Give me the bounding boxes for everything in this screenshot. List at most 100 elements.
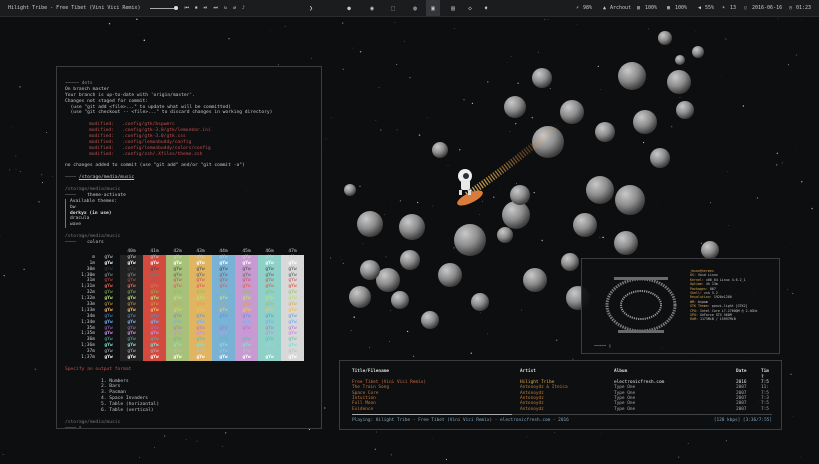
network-status: Archout [610, 5, 632, 11]
star [2, 453, 4, 455]
asteroid [532, 68, 552, 88]
star [413, 355, 415, 357]
asteroid [391, 291, 409, 309]
workspace-9-icon[interactable]: ♦ [479, 0, 493, 16]
star [8, 169, 11, 171]
asteroid [421, 311, 439, 329]
star [185, 438, 187, 440]
color-sample: gYw [166, 354, 189, 361]
battery-icon: ⚡ [576, 5, 580, 11]
star [284, 25, 286, 27]
star [46, 132, 47, 133]
star [811, 207, 813, 210]
workspace-3-icon[interactable]: ◉ [365, 0, 379, 16]
prompt-dir: /storage/media/music [78, 175, 135, 181]
asteroid [510, 185, 530, 205]
git-colors-terminal[interactable]: ~~~~~ dots On branch master Your branch … [56, 66, 322, 429]
star [678, 456, 680, 458]
workspace-5-icon[interactable]: ◍ [408, 0, 422, 16]
repeat-icon[interactable]: ↻ [224, 5, 227, 11]
star [576, 24, 578, 25]
star [15, 155, 17, 157]
workspace-6-icon[interactable]: ▣ [426, 0, 440, 16]
star [687, 442, 689, 444]
brightness-icon: ☀ [722, 5, 726, 11]
star [228, 38, 230, 40]
asteroid [614, 231, 638, 255]
track-date: 2007 [736, 406, 747, 412]
asteroid [561, 253, 579, 271]
star [52, 176, 53, 177]
star [41, 174, 43, 176]
seek-slider[interactable] [150, 6, 179, 10]
fetch-prompt[interactable]: ~~~~~ ▯ [594, 343, 611, 349]
asteroid [400, 250, 420, 270]
color-row: 1;37m gYw gYw gYw gYw gYw gYw gYw gYw gYw [73, 354, 321, 361]
star [801, 20, 803, 21]
playlist-row[interactable]: Evidence Antonoydz Type One 2007 7:5 [352, 407, 772, 412]
star [781, 162, 783, 164]
prev-track-icon[interactable]: ⏮ [184, 5, 189, 11]
col-artist[interactable]: Artist [520, 369, 536, 375]
cpu-icon: ▥ [637, 5, 641, 11]
asteroid [615, 185, 645, 215]
asteroid [618, 62, 646, 90]
workspace-8-icon[interactable]: ◇ [463, 0, 477, 16]
color-sample: gYw [189, 354, 212, 361]
asteroid [344, 184, 356, 196]
theme-command: theme-activate [87, 192, 126, 198]
asteroid [454, 224, 486, 256]
next-track-icon[interactable]: ⏭ [214, 5, 219, 11]
system-info-terminal[interactable]: jason@hermes OS: Void Linux Kernel: x86_6… [581, 258, 780, 354]
star [792, 292, 794, 294]
star [787, 289, 788, 291]
system-info-row: RAM: 1173MiB / 15997MiB [690, 317, 736, 322]
star [164, 435, 166, 437]
star [796, 145, 797, 146]
clock-icon: ◷ [789, 5, 793, 11]
star [777, 18, 779, 20]
col-title[interactable]: Title/Filename [352, 369, 389, 375]
star [787, 64, 789, 66]
star [108, 23, 111, 25]
star [38, 201, 40, 203]
play-pause-icon[interactable]: ⏯ [203, 5, 207, 11]
system-info-list: jason@hermes OS: Void Linux Kernel: x86_6… [690, 269, 758, 322]
brightness-status[interactable]: 13 [730, 0, 736, 16]
music-note-icon[interactable]: ♪ [242, 5, 245, 11]
playback-progress[interactable] [352, 414, 772, 415]
star [375, 431, 378, 433]
star [792, 416, 794, 417]
asteroid [357, 211, 383, 237]
track-title: Evidence [352, 406, 374, 412]
playback-time: [128 kbps] [3:36/7:55] [713, 418, 772, 423]
col-album[interactable]: Album [614, 369, 627, 375]
distro-logo-art [605, 277, 677, 333]
asteroid [676, 101, 694, 119]
now-playing-title[interactable]: Hilight Tribe - Free Tibet (Vini Vici Re… [0, 5, 140, 11]
stop-icon[interactable]: ⏹ [195, 5, 198, 11]
star [799, 456, 801, 458]
asteroid [471, 293, 489, 311]
memory-icon: ▦ [667, 5, 671, 11]
music-player-terminal[interactable]: Title/Filename Artist Album Date Tim ? F… [339, 360, 782, 430]
star [725, 440, 727, 442]
asteroid [349, 286, 371, 308]
volume-status[interactable]: 55% [705, 0, 714, 16]
shuffle-icon[interactable]: ⇄ [233, 5, 236, 11]
workspace-7-icon[interactable]: ▤ [446, 0, 460, 16]
cursor[interactable]: ▯ [79, 426, 82, 428]
star [137, 34, 139, 35]
workspace-4-icon[interactable]: ⬚ [386, 0, 400, 16]
star [342, 22, 344, 24]
star [23, 268, 25, 271]
asteroid [504, 96, 526, 118]
workspace-2-icon[interactable]: ● [342, 0, 356, 16]
asteroid [658, 31, 672, 45]
star [797, 97, 799, 98]
asteroid [523, 268, 547, 292]
col-date[interactable]: Date [736, 369, 747, 375]
workspace-1-icon[interactable]: ❯ [304, 0, 318, 16]
star [19, 86, 21, 88]
star [801, 181, 803, 183]
